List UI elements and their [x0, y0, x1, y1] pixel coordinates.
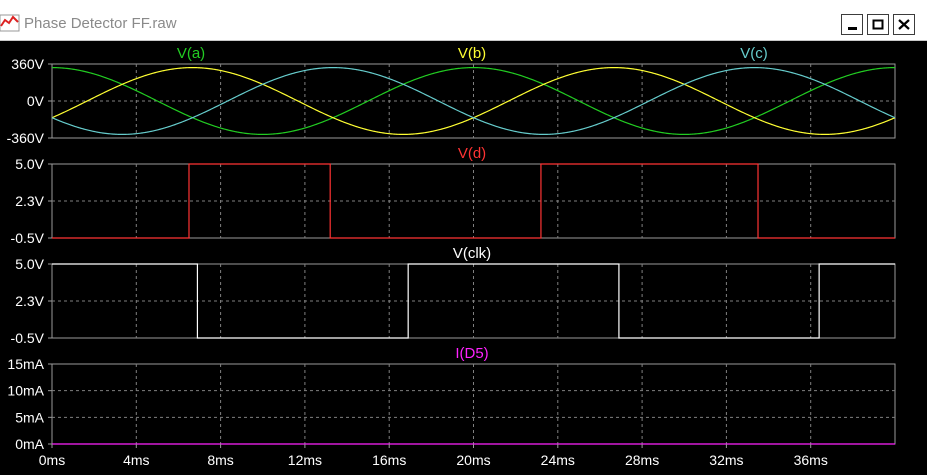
x-tick-label: 36ms — [794, 452, 828, 468]
x-tick-label: 20ms — [456, 452, 490, 468]
y-tick-label: -360V — [7, 130, 45, 146]
x-tick-label: 32ms — [709, 452, 743, 468]
x-tick-label: 16ms — [372, 452, 406, 468]
x-tick-label: 4ms — [123, 452, 149, 468]
y-tick-label: 5.0V — [15, 156, 44, 172]
waveform-app-icon — [0, 14, 20, 32]
minimize-button[interactable] — [841, 14, 863, 35]
y-tick-label: 10mA — [7, 383, 44, 399]
trace-label: V(a) — [177, 45, 205, 62]
maximize-button[interactable] — [867, 14, 889, 35]
y-tick-label: 2.3V — [15, 193, 44, 209]
y-tick-label: 15mA — [7, 356, 44, 372]
minimize-icon — [848, 27, 857, 30]
y-tick-label: -0.5V — [11, 230, 45, 246]
title-bar[interactable]: Phase Detector FF.raw — [0, 0, 927, 41]
y-tick-label: 0V — [27, 93, 45, 109]
y-tick-label: 2.3V — [15, 293, 44, 309]
y-tick-label: 360V — [11, 56, 44, 72]
trace-label: V(c) — [740, 45, 768, 62]
x-tick-label: 0ms — [39, 452, 65, 468]
y-tick-label: 0mA — [15, 436, 44, 452]
waveform-plot-area[interactable]: 360V 0V -360V V(a) V(b) V(c) 5.0V 2.3V -0.5V V(d)… — [0, 42, 927, 475]
close-icon — [898, 19, 910, 30]
x-tick-label: 24ms — [541, 452, 575, 468]
close-button[interactable] — [893, 14, 915, 35]
x-tick-label: 8ms — [207, 452, 233, 468]
window-title: Phase Detector FF.raw — [24, 15, 177, 32]
y-tick-label: -0.5V — [11, 330, 45, 346]
x-tick-label: 28ms — [625, 452, 659, 468]
y-tick-label: 5.0V — [15, 256, 44, 272]
trace-label: V(b) — [458, 45, 486, 62]
trace-label: I(D5) — [455, 345, 488, 362]
waveform-viewer-window: Phase Detector FF.raw 360V 0V -360V V(a) V(b… — [0, 0, 927, 475]
trace-label: V(d) — [458, 145, 486, 162]
x-tick-label: 12ms — [288, 452, 322, 468]
y-tick-label: 5mA — [15, 409, 44, 425]
trace-label: V(clk) — [453, 245, 491, 262]
maximize-icon — [872, 19, 884, 30]
